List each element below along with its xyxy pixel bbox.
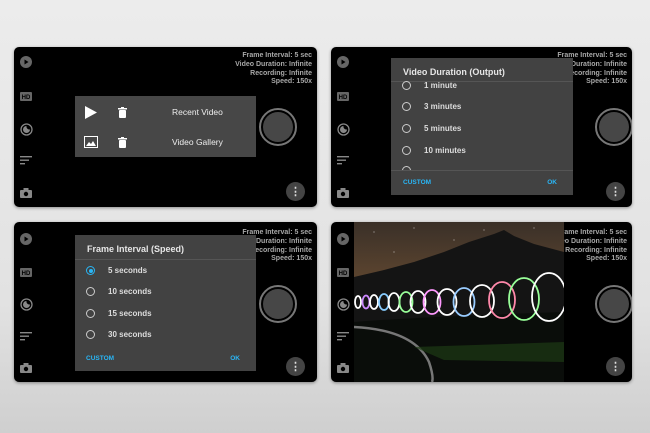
shutter-button[interactable]	[595, 285, 632, 323]
radio-button[interactable]	[402, 81, 411, 90]
gallery-icon[interactable]	[84, 136, 98, 148]
exposure-icon[interactable]	[19, 297, 33, 311]
exposure-icon[interactable]	[19, 122, 33, 136]
option-5-minutes[interactable]: 5 minutes	[402, 124, 461, 133]
hd-icon[interactable]: HD	[19, 265, 33, 279]
radio-button[interactable]	[86, 309, 95, 318]
menu-item-video-gallery[interactable]: Video Gallery	[75, 127, 256, 157]
ok-button[interactable]: OK	[547, 179, 557, 186]
play-icon[interactable]	[336, 232, 350, 246]
camera-screen-interval-dialog: HD Frame Interval: 5 sec Video Duration: …	[14, 222, 317, 382]
play-icon[interactable]	[19, 55, 33, 69]
option-10-minutes[interactable]: 10 minutes	[402, 146, 466, 155]
play-icon[interactable]	[85, 105, 97, 119]
camera-screen-video-menu: HD Frame Interval: 5 sec Video Duration: …	[14, 47, 317, 207]
status-readout: Frame Interval: 5 sec Video Duration: Inf…	[235, 52, 312, 86]
menu-item-label: Recent Video	[172, 107, 223, 117]
ok-button[interactable]: OK	[230, 355, 240, 362]
menu-item-recent-video[interactable]: Recent Video	[75, 97, 256, 127]
more-options-button[interactable]: ⋮	[606, 357, 625, 376]
camera-icon[interactable]	[336, 361, 350, 375]
radio-button[interactable]	[86, 330, 95, 339]
exposure-icon[interactable]	[336, 297, 350, 311]
camera-screen-duration-dialog: HD Frame Interval: 5 sec Video Duration: …	[331, 47, 632, 207]
option-1-minute[interactable]: 1 minute	[402, 81, 457, 90]
radio-button[interactable]	[402, 124, 411, 133]
sort-icon[interactable]	[19, 329, 33, 343]
svg-text:HD: HD	[339, 95, 348, 101]
sort-icon[interactable]	[336, 329, 350, 343]
sort-icon[interactable]	[19, 153, 33, 167]
camera-icon[interactable]	[19, 186, 33, 200]
hd-icon[interactable]: HD	[336, 89, 350, 103]
radio-button[interactable]	[86, 287, 95, 296]
svg-text:HD: HD	[22, 271, 31, 277]
camera-preview-image	[354, 222, 564, 382]
shutter-button[interactable]	[259, 108, 297, 146]
hd-icon[interactable]: HD	[19, 89, 33, 103]
more-options-button[interactable]: ⋮	[606, 182, 625, 201]
trash-icon[interactable]	[118, 136, 127, 148]
camera-screen-preview: HD Frame Interval: 5 sec Video Duration: …	[331, 222, 632, 382]
trash-icon[interactable]	[118, 106, 127, 118]
more-options-button[interactable]: ⋮	[286, 182, 305, 201]
video-duration-dialog: Video Duration (Output) 1 minute 3 minut…	[391, 58, 573, 195]
play-icon[interactable]	[336, 55, 350, 69]
custom-button[interactable]: CUSTOM	[86, 355, 114, 362]
shutter-button[interactable]	[259, 285, 297, 323]
camera-icon[interactable]	[19, 361, 33, 375]
option-5-seconds[interactable]: 5 seconds	[86, 266, 147, 275]
video-menu-popup: Recent Video Video Gallery	[75, 96, 256, 157]
svg-text:HD: HD	[339, 271, 348, 277]
radio-button[interactable]	[402, 102, 411, 111]
camera-icon[interactable]	[336, 186, 350, 200]
option-3-minutes[interactable]: 3 minutes	[402, 102, 461, 111]
dialog-title: Frame Interval (Speed)	[87, 244, 185, 254]
play-icon[interactable]	[19, 232, 33, 246]
more-options-button[interactable]: ⋮	[286, 357, 305, 376]
dialog-title: Video Duration (Output)	[403, 67, 505, 77]
frame-interval-dialog: Frame Interval (Speed) 5 seconds 10 seco…	[75, 235, 256, 371]
radio-button[interactable]	[402, 146, 411, 155]
hd-icon[interactable]: HD	[336, 265, 350, 279]
menu-item-label: Video Gallery	[172, 137, 223, 147]
radio-button-selected[interactable]	[86, 266, 95, 275]
option-30-seconds[interactable]: 30 seconds	[86, 330, 152, 339]
option-15-seconds[interactable]: 15 seconds	[86, 309, 152, 318]
sort-icon[interactable]	[336, 153, 350, 167]
svg-text:HD: HD	[22, 95, 31, 101]
exposure-icon[interactable]	[336, 122, 350, 136]
custom-button[interactable]: CUSTOM	[403, 179, 431, 186]
shutter-button[interactable]	[595, 108, 632, 146]
option-10-seconds[interactable]: 10 seconds	[86, 287, 152, 296]
